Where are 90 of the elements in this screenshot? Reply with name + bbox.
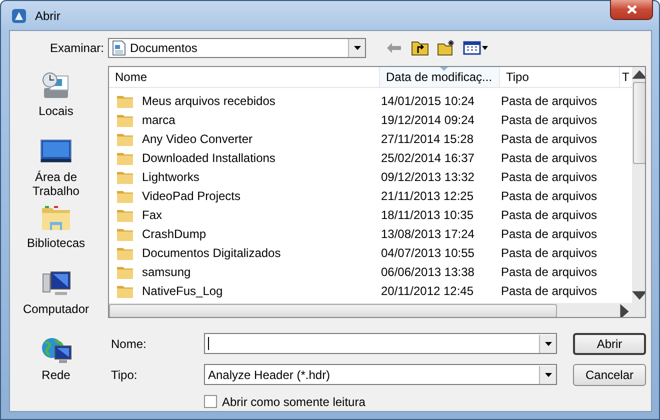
date-cell-text: 09/12/2013 13:32	[380, 170, 476, 184]
file-name-field[interactable]	[204, 333, 557, 354]
type-cell-text: Pasta de arquivos	[500, 170, 598, 184]
file-row[interactable]: CrashDump	[109, 226, 380, 240]
file-row[interactable]: marca	[109, 112, 380, 126]
folder-icon	[117, 150, 133, 164]
file-row[interactable]: Documentos Digitalizados	[109, 246, 380, 260]
file-name: CrashDump	[142, 226, 206, 240]
type-cell-text: Pasta de arquivos	[500, 264, 598, 278]
app-icon	[11, 8, 27, 24]
file-row[interactable]: Lightworks	[109, 170, 380, 184]
location-dropdown[interactable]: Documentos	[108, 38, 366, 58]
checkbox-label: Abrir como somente leitura	[222, 394, 366, 408]
window-title: Abrir	[35, 8, 60, 22]
view-menu-button[interactable]	[462, 39, 490, 57]
date-cell-text: 06/06/2013 13:38	[380, 264, 476, 278]
date-cell-text: 13/08/2013 17:24	[380, 226, 476, 240]
sidebar-item[interactable]: Computador	[22, 268, 90, 330]
column-header[interactable]: Tipo	[500, 67, 620, 87]
up-folder-icon	[411, 40, 429, 56]
file-row[interactable]: VideoPad Projects	[109, 188, 380, 202]
file-name: samsung	[142, 264, 191, 278]
caret-icon	[544, 340, 552, 346]
file-name: Any Video Converter	[142, 132, 253, 146]
type-cell-text: Pasta de arquivos	[500, 226, 598, 240]
date-cell-text: 18/11/2013 10:35	[380, 208, 475, 222]
folder-icon	[117, 188, 133, 202]
close-icon	[626, 5, 636, 14]
file-name: Meus arquivos recebidos	[142, 94, 276, 108]
new-folder-icon	[437, 40, 455, 56]
sidebar-item[interactable]: Rede	[40, 334, 72, 396]
file-name: marca	[142, 112, 176, 126]
file-row[interactable]: Meus arquivos recebidos	[109, 94, 380, 108]
type-cell-text: Pasta de arquivos	[500, 150, 598, 164]
type-cell-text: Pasta de arquivos	[500, 132, 598, 146]
date-cell-text: 19/12/2014 09:24	[380, 112, 476, 126]
folder-icon	[117, 264, 133, 278]
sidebar-item[interactable]: Área de Trabalho	[13, 136, 99, 198]
open-button[interactable]: Abrir	[573, 332, 646, 354]
view-menu-icon	[463, 41, 489, 55]
file-row[interactable]: samsung	[109, 264, 380, 278]
file-name: NativeFus_Log	[142, 284, 223, 298]
up-folder-button[interactable]	[410, 39, 430, 57]
file-row[interactable]: Any Video Converter	[109, 132, 380, 146]
file-name: Fax	[142, 208, 162, 222]
date-cell-text: 25/02/2014 16:37	[380, 150, 476, 164]
field-label: Examinar:	[48, 41, 104, 55]
file-row[interactable]: Fax	[109, 208, 380, 222]
file-row[interactable]: NativeFus_Log	[109, 284, 380, 298]
caret-icon	[544, 372, 552, 378]
sidebar-item[interactable]: Bibliotecas	[26, 202, 86, 264]
file-name: Documentos Digitalizados	[142, 246, 281, 260]
type-cell-text: Pasta de arquivos	[500, 94, 598, 108]
file-type-dropdown[interactable]: Analyze Header (*.hdr)	[204, 364, 557, 385]
date-cell-text: 14/01/2015 10:24	[380, 94, 476, 108]
date-cell-text: 04/07/2013 10:55	[380, 246, 476, 260]
folder-icon	[117, 112, 133, 126]
horizontal-scrollbar[interactable]	[109, 303, 645, 317]
caret-icon	[352, 45, 362, 51]
date-cell-text: 27/11/2014 15:28	[380, 132, 475, 146]
file-name: VideoPad Projects	[142, 188, 241, 202]
column-header[interactable]: Data de modificaç...	[380, 67, 500, 87]
folder-icon	[117, 226, 133, 240]
folder-icon	[117, 170, 133, 184]
document-icon	[112, 40, 126, 56]
folder-icon	[117, 284, 133, 298]
folder-icon	[117, 208, 133, 222]
field-label: Nome:	[110, 336, 148, 350]
type-cell-text: Pasta de arquivos	[500, 284, 598, 298]
back-arrow-icon	[387, 43, 401, 53]
vertical-scrollbar[interactable]	[632, 67, 645, 303]
sort-arrow-icon	[440, 67, 448, 71]
new-folder-button[interactable]	[436, 39, 456, 57]
field-label: Tipo:	[110, 368, 138, 382]
folder-icon	[117, 246, 133, 260]
checkbox[interactable]	[204, 395, 217, 408]
folder-icon	[117, 94, 133, 108]
file-name: Lightworks	[142, 170, 200, 184]
type-cell-text: Pasta de arquivos	[500, 188, 598, 202]
sidebar-item[interactable]: Locais	[38, 70, 74, 132]
date-cell-text: 20/11/2012 12:45	[380, 284, 475, 298]
close-button[interactable]	[610, 0, 653, 20]
date-cell-text: 21/11/2013 12:25	[380, 188, 475, 202]
file-name: Downloaded Installations	[142, 150, 276, 164]
folder-icon	[117, 132, 133, 146]
file-row[interactable]: Downloaded Installations	[109, 150, 380, 164]
type-cell-text: Pasta de arquivos	[500, 208, 598, 222]
cancel-button[interactable]: Cancelar	[573, 364, 646, 386]
type-cell-text: Pasta de arquivos	[500, 246, 598, 260]
type-cell-text: Pasta de arquivos	[500, 112, 598, 126]
